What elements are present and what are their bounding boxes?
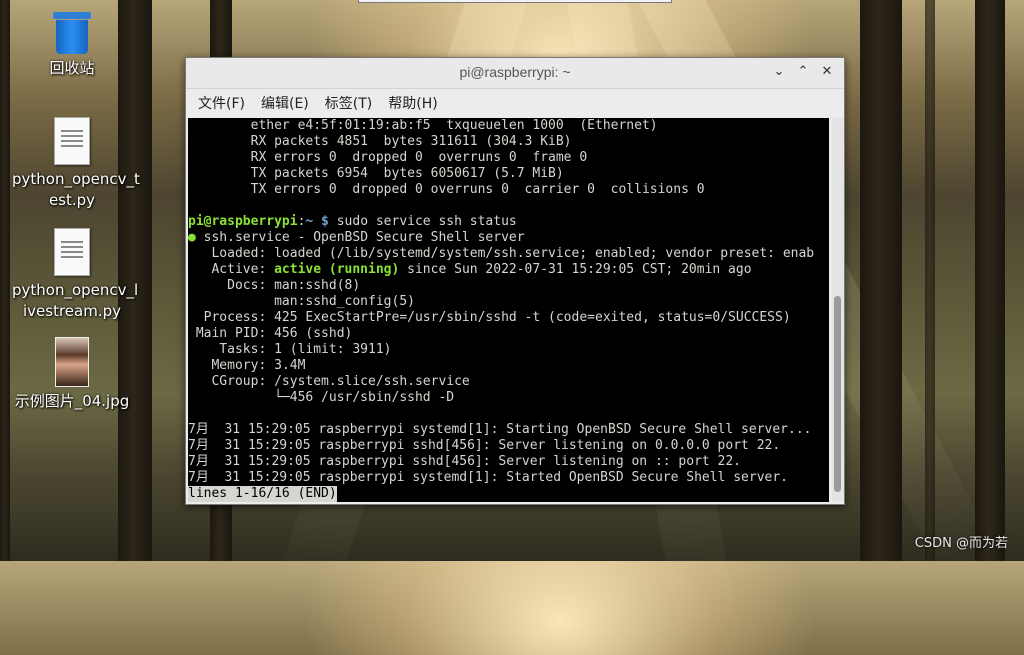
terminal-line: └─456 /usr/sbin/sshd -D bbox=[188, 390, 455, 405]
panel-edge bbox=[358, 0, 672, 3]
menu-file[interactable]: 文件(F) bbox=[190, 93, 253, 113]
tree-trunk bbox=[925, 0, 935, 561]
menu-bar: 文件(F) 编辑(E) 标签(T) 帮助(H) bbox=[186, 89, 844, 117]
menu-edit[interactable]: 编辑(E) bbox=[253, 93, 317, 113]
trash-icon bbox=[53, 12, 91, 54]
active-line: Active: active (running) since Sun 2022-… bbox=[188, 262, 829, 278]
desktop-icon-image[interactable]: 示例图片_04.jpg bbox=[12, 337, 132, 412]
terminal-line: Memory: 3.4M bbox=[188, 358, 306, 373]
desktop-icon-label: python_opencv_l bbox=[12, 281, 139, 299]
prompt-dollar: $ bbox=[313, 214, 337, 229]
desktop-icon-label: ivestream.py bbox=[22, 302, 121, 320]
minimize-icon[interactable]: ⌄ bbox=[770, 63, 788, 81]
status-dot-icon: ● bbox=[188, 230, 196, 245]
log-line: 7月 31 15:29:05 raspberrypi sshd[456]: Se… bbox=[188, 438, 781, 453]
python-file-icon bbox=[54, 228, 90, 276]
terminal-line: ether e4:5f:01:19:ab:f5 txqueuelen 1000 … bbox=[188, 118, 658, 133]
log-line: 7月 31 15:29:05 raspberrypi sshd[456]: Se… bbox=[188, 454, 742, 469]
prompt-user: pi@raspberrypi bbox=[188, 214, 298, 229]
terminal-line: CGroup: /system.slice/ssh.service bbox=[188, 374, 470, 389]
tree-trunk bbox=[0, 0, 10, 561]
pager-status: lines 1-16/16 (END) bbox=[188, 486, 337, 502]
desktop-icon-label: est.py bbox=[48, 191, 96, 209]
terminal-output[interactable]: ether e4:5f:01:19:ab:f5 txqueuelen 1000 … bbox=[188, 118, 829, 502]
window-titlebar[interactable]: pi@raspberrypi: ~ ⌄ ⌃ ✕ bbox=[186, 58, 844, 89]
service-header-text: ssh.service - OpenBSD Secure Shell serve… bbox=[195, 230, 525, 245]
terminal-scrollbar[interactable] bbox=[832, 118, 844, 502]
terminal-line: man:sshd_config(5) bbox=[188, 294, 415, 309]
scrollbar-thumb[interactable] bbox=[834, 296, 841, 492]
terminal-window[interactable]: pi@raspberrypi: ~ ⌄ ⌃ ✕ 文件(F) 编辑(E) 标签(T… bbox=[185, 57, 845, 505]
watermark: CSDN @而为若 bbox=[914, 536, 1008, 551]
terminal-line: Docs: man:sshd(8) bbox=[188, 278, 361, 293]
python-file-icon bbox=[54, 117, 90, 165]
maximize-icon[interactable]: ⌃ bbox=[794, 63, 812, 81]
desktop-icon-python-test[interactable]: python_opencv_t est.py bbox=[12, 117, 140, 211]
tree-trunk bbox=[860, 0, 902, 561]
active-label: Active: bbox=[188, 262, 275, 277]
close-icon[interactable]: ✕ bbox=[818, 63, 836, 81]
shell-prompt-line: pi@raspberrypi:~ $ sudo service ssh stat… bbox=[188, 214, 829, 230]
pager-status-line: lines 1-16/16 (END) bbox=[188, 486, 829, 502]
desktop-icon-label: python_opencv_t bbox=[12, 170, 140, 188]
service-header-line: ● ssh.service - OpenBSD Secure Shell ser… bbox=[188, 230, 829, 246]
loaded-line: Loaded: loaded (/lib/systemd/system/ssh.… bbox=[188, 246, 815, 261]
menu-tabs[interactable]: 标签(T) bbox=[317, 93, 380, 113]
terminal-line: RX packets 4851 bytes 311611 (304.3 KiB) bbox=[188, 134, 572, 149]
desktop-icon-trash[interactable]: 回收站 bbox=[12, 12, 132, 79]
active-state: active (running) bbox=[274, 262, 400, 277]
terminal-line: TX errors 0 dropped 0 overruns 0 carrier… bbox=[188, 182, 705, 197]
menu-help[interactable]: 帮助(H) bbox=[380, 93, 445, 113]
desktop-icon-label: 回收站 bbox=[49, 59, 95, 77]
prompt-command: sudo service ssh status bbox=[336, 214, 517, 229]
terminal-line: RX errors 0 dropped 0 overruns 0 frame 0 bbox=[188, 150, 588, 165]
active-rest: since Sun 2022-07-31 15:29:05 CST; 20min… bbox=[399, 262, 752, 277]
terminal-line: Tasks: 1 (limit: 3911) bbox=[188, 342, 392, 357]
terminal-line: Process: 425 ExecStartPre=/usr/sbin/sshd… bbox=[188, 310, 791, 325]
window-title: pi@raspberrypi: ~ bbox=[459, 64, 571, 80]
desktop-icon-python-livestream[interactable]: python_opencv_l ivestream.py bbox=[12, 228, 139, 322]
tree-trunk bbox=[975, 0, 1005, 561]
log-line: 7月 31 15:29:05 raspberrypi systemd[1]: S… bbox=[188, 470, 788, 485]
terminal-line: Main PID: 456 (sshd) bbox=[188, 326, 353, 341]
image-file-icon bbox=[55, 337, 89, 387]
terminal-line: TX packets 6954 bytes 6050617 (5.7 MiB) bbox=[188, 166, 564, 181]
log-line: 7月 31 15:29:05 raspberrypi systemd[1]: S… bbox=[188, 422, 812, 437]
desktop-icon-label: 示例图片_04.jpg bbox=[14, 392, 130, 410]
